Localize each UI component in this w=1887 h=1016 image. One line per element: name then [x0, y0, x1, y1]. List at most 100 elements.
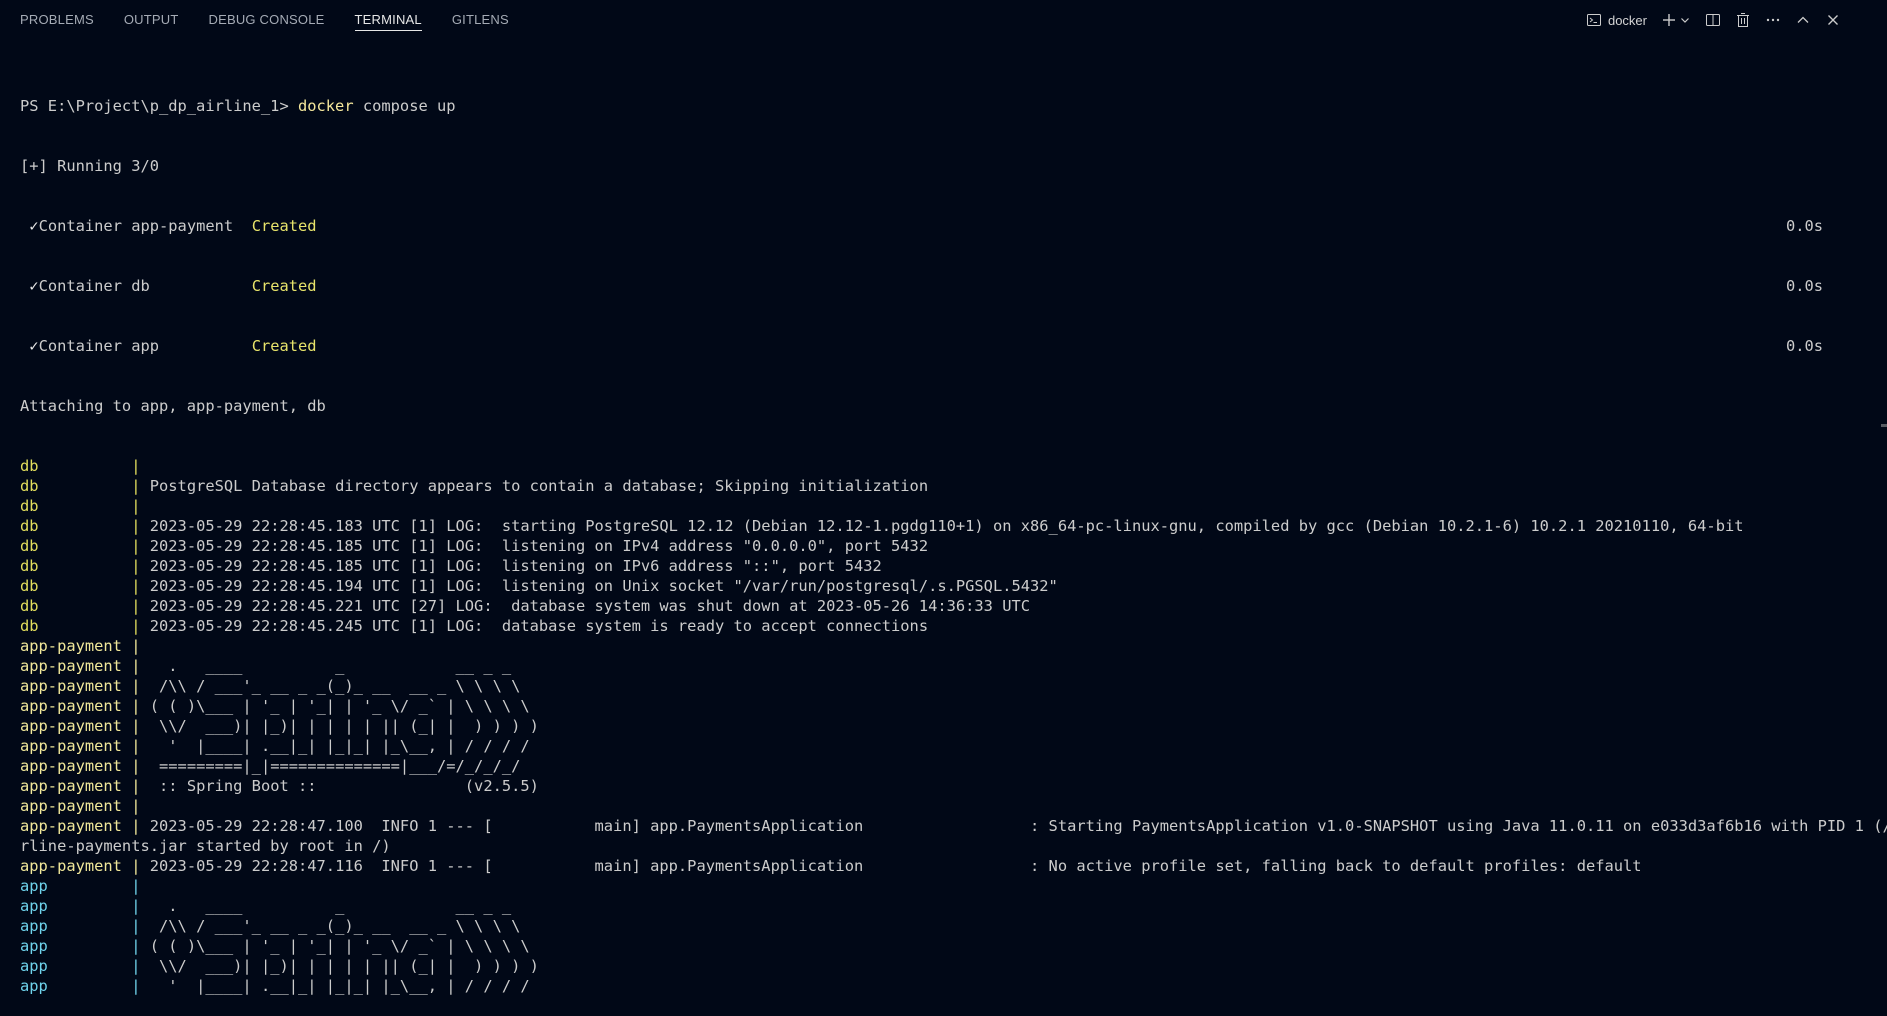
log-line: db | 2023-05-29 22:28:45.194 UTC [1] LOG… [20, 576, 1887, 596]
attaching-line: Attaching to app, app-payment, db [20, 397, 326, 415]
log-separator: | [131, 577, 150, 595]
split-icon[interactable] [1705, 12, 1721, 28]
chevron-up-icon[interactable] [1795, 12, 1811, 28]
log-separator: | [131, 757, 150, 775]
log-line: app-payment | . ____ _ __ _ _ [20, 656, 1887, 676]
log-separator: | [131, 977, 150, 995]
log-message: =========|_|==============|___/=/_/_/_/ [149, 757, 521, 775]
container-line: ✓Container db Created 0.0s [20, 276, 1887, 296]
log-line: app-payment | [20, 636, 1887, 656]
service-name: db [20, 497, 132, 515]
log-line: app | ' |____| .__|_| |_|_| |_\__, | / /… [20, 976, 1887, 996]
log-line: db | [20, 456, 1887, 476]
log-line: db | 2023-05-29 22:28:45.183 UTC [1] LOG… [20, 516, 1887, 536]
log-message: /\\ / ___'_ __ _ _(_)_ __ __ _ \ \ \ \ [149, 677, 521, 695]
service-name: db [20, 477, 132, 495]
log-separator: | [131, 617, 150, 635]
log-separator: | [131, 957, 150, 975]
terminal-profile-name: docker [1607, 12, 1647, 28]
log-message: :: Spring Boot :: (v2.5.5) [149, 777, 539, 795]
scrollbar-marker[interactable] [1881, 424, 1887, 427]
log-message: 2023-05-29 22:28:45.185 UTC [1] LOG: lis… [149, 557, 882, 575]
log-separator: | [131, 457, 150, 475]
log-line: db | 2023-05-29 22:28:45.185 UTC [1] LOG… [20, 536, 1887, 556]
log-line: app-payment | ( ( )\___ | '_ | '_| | '_ … [20, 696, 1887, 716]
log-line: app-payment | ' |____| .__|_| |_|_| |_\_… [20, 736, 1887, 756]
trash-icon[interactable] [1735, 12, 1751, 28]
log-message: 2023-05-29 22:28:45.221 UTC [27] LOG: da… [149, 597, 1031, 615]
plus-icon[interactable] [1661, 12, 1677, 28]
log-line: db | 2023-05-29 22:28:45.185 UTC [1] LOG… [20, 556, 1887, 576]
service-name: db [20, 457, 132, 475]
prompt: PS E:\Project\p_dp_airline_1> [20, 97, 298, 115]
service-name: app-payment [20, 697, 132, 715]
check-icon: ✓ [29, 337, 39, 355]
log-line: db | 2023-05-29 22:28:45.245 UTC [1] LOG… [20, 616, 1887, 636]
container-label: Container app-payment [38, 217, 252, 235]
service-name: app-payment [20, 797, 132, 815]
log-message: . ____ _ __ _ _ [149, 897, 512, 915]
tab-terminal[interactable]: TERMINAL [340, 0, 437, 40]
terminal-actions: docker [1586, 0, 1841, 40]
service-name: app-payment [20, 737, 132, 755]
service-name: db [20, 517, 132, 535]
more-icon[interactable] [1765, 12, 1781, 28]
log-separator: | [131, 597, 150, 615]
log-line: app | [20, 876, 1887, 896]
log-separator: | [131, 737, 150, 755]
log-separator: | [131, 797, 150, 815]
container-time: 0.0s [1786, 217, 1824, 235]
log-separator: | [131, 717, 150, 735]
service-name: app-payment [20, 777, 132, 795]
log-message: /\\ / ___'_ __ _ _(_)_ __ __ _ \ \ \ \ [149, 917, 521, 935]
log-line: app-payment | /\\ / ___'_ __ _ _(_)_ __ … [20, 676, 1887, 696]
service-name: app [20, 877, 132, 895]
log-separator: | [131, 877, 150, 895]
log-separator: | [131, 897, 150, 915]
log-line: app-payment | :: Spring Boot :: (v2.5.5) [20, 776, 1887, 796]
tab-gitlens[interactable]: GITLENS [437, 0, 524, 40]
log-separator: | [131, 937, 150, 955]
log-separator: | [131, 817, 150, 835]
log-message: ( ( )\___ | '_ | '_| | '_ \/ _` | \ \ \ … [149, 697, 530, 715]
container-status: Created [251, 337, 317, 355]
service-name: db [20, 537, 132, 555]
log-line: app-payment | \\/ ___)| |_)| | | | | || … [20, 716, 1887, 736]
log-line: app-payment | 2023-05-29 22:28:47.116 IN… [20, 856, 1887, 876]
log-message: 2023-05-29 22:28:47.100 INFO 1 --- [ mai… [149, 817, 1887, 835]
service-name: db [20, 617, 132, 635]
check-icon: ✓ [29, 277, 39, 295]
log-message: PostgreSQL Database directory appears to… [149, 477, 929, 495]
log-message: ' |____| .__|_| |_|_| |_\__, | / / / / [149, 737, 530, 755]
service-name: db [20, 577, 132, 595]
tab-problems[interactable]: PROBLEMS [0, 0, 109, 40]
log-separator: | [131, 777, 150, 795]
chevron-down-icon[interactable] [1679, 14, 1691, 26]
container-time: 0.0s [1786, 337, 1824, 355]
service-name: app [20, 897, 132, 915]
tab-output[interactable]: OUTPUT [109, 0, 194, 40]
tab-terminal-label: TERMINAL [354, 12, 422, 27]
terminal-output[interactable]: PS E:\Project\p_dp_airline_1> docker com… [20, 56, 1887, 1016]
container-status: Created [251, 217, 317, 235]
active-tab-indicator [354, 30, 422, 31]
log-line: app-payment | [20, 796, 1887, 816]
terminal-profile-selector[interactable]: docker [1586, 12, 1647, 28]
log-message: \\/ ___)| |_)| | | | | || (_| | ) ) ) ) [149, 957, 539, 975]
service-name: app-payment [20, 677, 132, 695]
service-name: db [20, 557, 132, 575]
close-icon[interactable] [1825, 12, 1841, 28]
container-time: 0.0s [1786, 277, 1824, 295]
terminal-icon [1586, 12, 1602, 28]
tab-debug-console[interactable]: DEBUG CONSOLE [194, 0, 340, 40]
log-message: 2023-05-29 22:28:45.194 UTC [1] LOG: lis… [149, 577, 1058, 595]
log-line: rline-payments.jar started by root in /) [20, 836, 1887, 856]
container-line: ✓Container app Created 0.0s [20, 336, 1887, 356]
log-line: app | . ____ _ __ _ _ [20, 896, 1887, 916]
log-message: rline-payments.jar started by root in /) [20, 837, 391, 855]
command-line: PS E:\Project\p_dp_airline_1> docker com… [20, 96, 1887, 116]
log-line: app | ( ( )\___ | '_ | '_| | '_ \/ _` | … [20, 936, 1887, 956]
log-message: 2023-05-29 22:28:45.245 UTC [1] LOG: dat… [149, 617, 929, 635]
log-message: 2023-05-29 22:28:47.116 INFO 1 --- [ mai… [149, 857, 1642, 875]
log-separator: | [131, 637, 150, 655]
